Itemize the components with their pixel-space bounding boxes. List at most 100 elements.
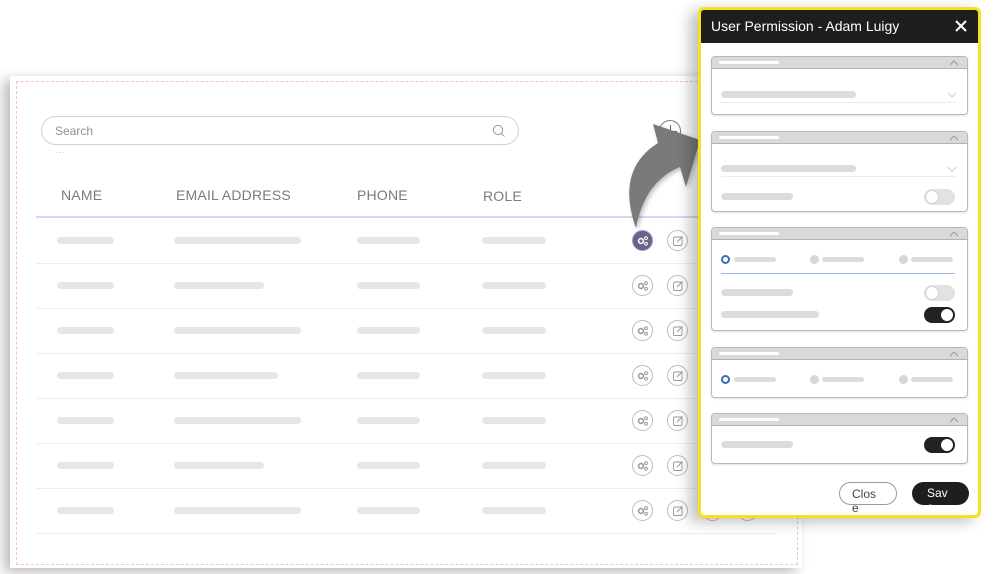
permissions-icon	[637, 370, 648, 381]
section-header[interactable]	[712, 348, 967, 360]
modal-header: User Permission - Adam Luigy	[701, 10, 978, 43]
radio-option-3[interactable]	[899, 375, 908, 384]
chevron-down-icon[interactable]	[947, 92, 957, 99]
select-value-placeholder	[721, 165, 856, 172]
chevron-up-icon[interactable]	[949, 134, 959, 142]
edit-button[interactable]	[667, 275, 688, 296]
close-icon[interactable]	[953, 18, 969, 34]
name-cell	[57, 372, 114, 379]
toggle-switch-on[interactable]	[924, 307, 955, 323]
toggle-label-placeholder	[721, 441, 793, 448]
toggle-label-placeholder	[721, 193, 793, 200]
close-button[interactable]: Close	[839, 482, 897, 515]
table-row[interactable]	[36, 354, 776, 399]
permissions-button[interactable]	[632, 410, 653, 431]
section-title-placeholder	[719, 418, 779, 421]
name-cell	[57, 417, 114, 424]
edit-button[interactable]	[667, 410, 688, 431]
role-cell	[482, 462, 546, 469]
radio-label-placeholder	[822, 257, 864, 262]
toggle-switch-off[interactable]	[924, 189, 955, 205]
permissions-button[interactable]	[632, 230, 653, 251]
table-row[interactable]	[36, 444, 776, 489]
permission-section-2	[711, 131, 968, 212]
radio-option-1[interactable]	[721, 375, 730, 384]
section-title-placeholder	[719, 352, 779, 355]
chevron-up-icon[interactable]	[949, 59, 959, 67]
toggle-switch-off[interactable]	[924, 285, 955, 301]
radio-option-2[interactable]	[810, 255, 819, 264]
name-cell	[57, 237, 114, 244]
role-cell	[482, 372, 546, 379]
table-row[interactable]	[36, 489, 776, 534]
section-header[interactable]	[712, 132, 967, 144]
radio-option-3[interactable]	[899, 255, 908, 264]
chevron-up-icon[interactable]	[949, 416, 959, 424]
search-box[interactable]	[41, 116, 519, 145]
screen: ... NAME EMAIL ADDRESS PHONE ROLE User P…	[0, 0, 993, 574]
column-header-phone[interactable]: PHONE	[357, 187, 408, 203]
role-cell	[482, 507, 546, 514]
section-header[interactable]	[712, 228, 967, 240]
edit-button[interactable]	[667, 230, 688, 251]
email-cell	[174, 372, 278, 379]
edit-icon	[672, 280, 683, 291]
search-input[interactable]	[55, 117, 475, 144]
table-row[interactable]	[36, 309, 776, 354]
edit-button[interactable]	[667, 500, 688, 521]
chevron-up-icon[interactable]	[949, 230, 959, 238]
phone-cell	[357, 327, 420, 334]
radio-label-placeholder	[911, 257, 953, 262]
radio-option-1[interactable]	[721, 255, 730, 264]
radio-option-2[interactable]	[810, 375, 819, 384]
permissions-icon	[637, 325, 648, 336]
save-button[interactable]: Save	[912, 482, 969, 514]
edit-button[interactable]	[667, 455, 688, 476]
name-cell	[57, 282, 114, 289]
close-button-label: Close	[852, 487, 877, 515]
phone-cell	[357, 507, 420, 514]
phone-cell	[357, 237, 420, 244]
phone-cell	[357, 462, 420, 469]
permissions-icon	[637, 280, 648, 291]
email-cell	[174, 237, 301, 244]
column-header-email[interactable]: EMAIL ADDRESS	[176, 187, 291, 203]
permission-section-4	[711, 347, 968, 398]
permissions-button[interactable]	[632, 365, 653, 386]
edit-button[interactable]	[667, 365, 688, 386]
permissions-button[interactable]	[632, 500, 653, 521]
table-header: NAME EMAIL ADDRESS PHONE ROLE	[36, 180, 776, 218]
table-row[interactable]	[36, 219, 776, 264]
chevron-down-icon[interactable]	[947, 166, 957, 173]
chevron-up-icon[interactable]	[949, 350, 959, 358]
permissions-button[interactable]	[632, 455, 653, 476]
table-body	[36, 219, 776, 534]
phone-cell	[357, 282, 420, 289]
toggle-label-placeholder	[721, 311, 819, 318]
save-button-label: Save	[927, 486, 948, 514]
toggle-switch-on[interactable]	[924, 437, 955, 453]
email-cell	[174, 462, 264, 469]
role-cell	[482, 282, 546, 289]
add-user-button[interactable]	[659, 120, 681, 142]
search-icon[interactable]	[492, 124, 506, 138]
table-row[interactable]	[36, 399, 776, 444]
edit-icon	[672, 370, 683, 381]
email-cell	[174, 417, 301, 424]
permissions-button[interactable]	[632, 320, 653, 341]
column-header-role[interactable]: ROLE	[483, 188, 522, 204]
permissions-button[interactable]	[632, 275, 653, 296]
select-underline	[721, 176, 955, 177]
column-header-name[interactable]: NAME	[61, 187, 102, 203]
section-header[interactable]	[712, 57, 967, 69]
radio-label-placeholder	[734, 257, 776, 262]
phone-cell	[357, 372, 420, 379]
phone-cell	[357, 417, 420, 424]
email-cell	[174, 327, 301, 334]
permissions-icon	[637, 460, 648, 471]
section-title-placeholder	[719, 61, 779, 64]
table-row[interactable]	[36, 264, 776, 309]
section-header[interactable]	[712, 414, 967, 426]
select-value-placeholder	[721, 91, 856, 98]
edit-button[interactable]	[667, 320, 688, 341]
